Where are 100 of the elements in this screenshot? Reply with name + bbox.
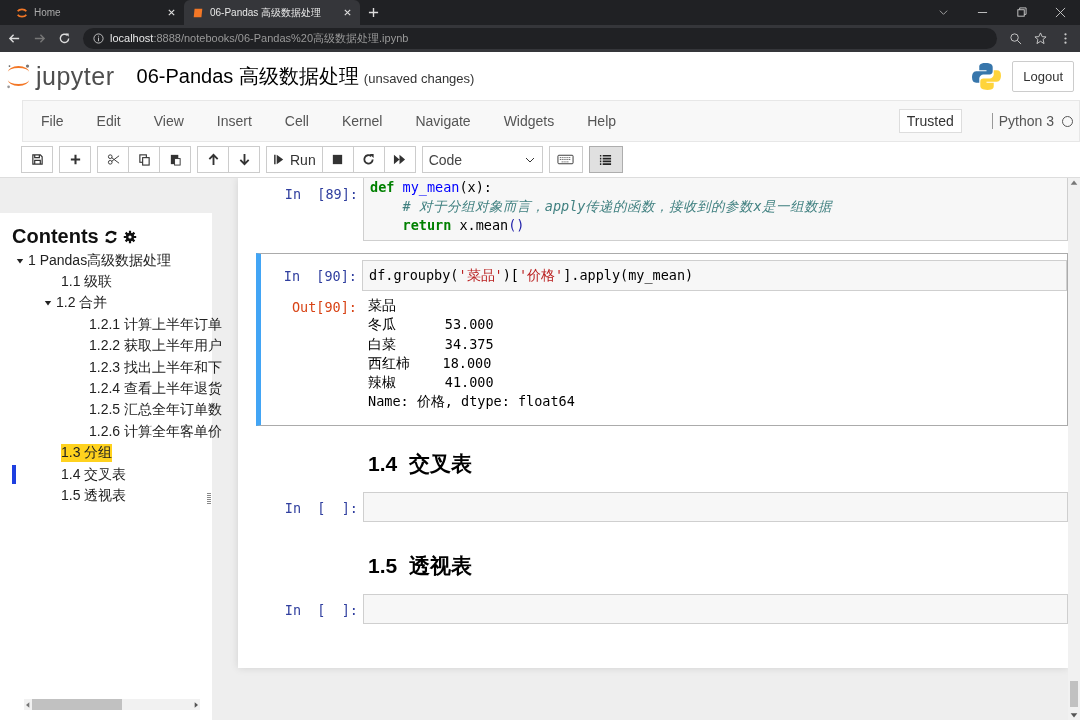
- keyboard-icon: [557, 153, 575, 166]
- kernel-name[interactable]: Python 3: [991, 113, 1054, 129]
- info-icon: [93, 33, 104, 44]
- output-line: 菜品: [368, 296, 397, 315]
- keyboard-button[interactable]: [548, 146, 583, 173]
- arrow-up-icon: [206, 153, 220, 166]
- horizontal-scrollbar[interactable]: [24, 699, 200, 710]
- restore-icon[interactable]: [1016, 7, 1027, 18]
- toc-link[interactable]: 1.2.2 获取上半年用户: [89, 337, 223, 356]
- gear-icon[interactable]: [122, 229, 137, 244]
- menu-item[interactable]: View: [153, 113, 184, 129]
- cut-button[interactable]: [97, 146, 129, 173]
- close-icon[interactable]: [167, 8, 176, 17]
- jupyter-wordmark: jupyter: [36, 61, 115, 91]
- run-button[interactable]: Run: [266, 146, 323, 173]
- menu-item[interactable]: Edit: [96, 113, 121, 129]
- stop-button[interactable]: [321, 146, 354, 173]
- code-editor[interactable]: df.groupby('菜品')['价格'].apply(my_mean): [362, 260, 1067, 291]
- toc-link[interactable]: 1.2.6 计算全年客单价: [89, 422, 223, 441]
- cell-type-dropdown[interactable]: Code: [421, 146, 543, 173]
- output-line: 辣椒 41.000: [368, 373, 495, 393]
- refresh-icon[interactable]: [103, 229, 118, 244]
- arrow-up-icon[interactable]: [1068, 178, 1080, 188]
- insert-cell-button[interactable]: [59, 146, 91, 173]
- stop-icon: [331, 153, 345, 166]
- toc-link[interactable]: 1.5 透视表: [61, 487, 127, 505]
- fast-forward-icon: [393, 153, 407, 166]
- toc-link[interactable]: 1.3 分组: [61, 444, 113, 463]
- menu-item[interactable]: Help: [587, 113, 617, 129]
- reload-icon: [362, 153, 376, 166]
- code-editor[interactable]: def my_mean(x): # 对于分组对象而言，apply传递的函数，接收到的参数x是一组数据 return x.mean(): [363, 178, 1068, 241]
- notebook-title[interactable]: 06-Pandas 高级数据处理: [136, 62, 359, 90]
- copy-button[interactable]: [128, 146, 160, 173]
- arrow-right-icon[interactable]: [192, 700, 200, 709]
- trusted-indicator[interactable]: Trusted: [898, 109, 962, 133]
- toc-link[interactable]: 1.2.1 计算上半年订单: [89, 315, 223, 334]
- menu-item[interactable]: Cell: [284, 113, 309, 129]
- plus-icon: [68, 153, 82, 166]
- toc-link[interactable]: 1.1 级联: [61, 273, 113, 292]
- jupyter-icon: [16, 6, 28, 19]
- book-icon: [192, 6, 204, 19]
- menu-item[interactable]: Insert: [216, 113, 252, 129]
- paste-button[interactable]: [159, 146, 191, 173]
- section-heading: 1.5 透视表: [368, 552, 473, 579]
- new-tab-icon[interactable]: [368, 7, 379, 18]
- menu-item[interactable]: Navigate: [415, 113, 471, 129]
- resize-handle[interactable]: [207, 493, 211, 505]
- arrow-left-icon[interactable]: [24, 700, 32, 709]
- toc-title: Contents: [12, 225, 99, 248]
- zoom-icon[interactable]: [1009, 32, 1022, 45]
- scrollbar-thumb[interactable]: [1070, 681, 1078, 707]
- scrollbar-thumb[interactable]: [32, 699, 122, 710]
- jupyter-logo-icon[interactable]: [5, 61, 32, 91]
- chevron-down-icon[interactable]: [938, 7, 949, 18]
- reload-icon[interactable]: [58, 32, 71, 45]
- output-line: Name: 价格, dtype: float64: [368, 392, 576, 412]
- toc-link[interactable]: 1.4 交叉表: [61, 465, 127, 484]
- caret-icon[interactable]: [16, 256, 24, 265]
- caret-icon[interactable]: [44, 299, 52, 308]
- menu-item[interactable]: Widgets: [503, 113, 555, 129]
- section-heading: 1.4 交叉表: [368, 450, 473, 477]
- arrow-down-icon[interactable]: [1068, 710, 1080, 720]
- arrow-down-icon: [237, 153, 251, 166]
- toc-link[interactable]: 1.2.4 查看上半年退货: [89, 380, 223, 399]
- toc-link[interactable]: 1 Pandas高级数据处理: [28, 251, 172, 270]
- copy-icon: [137, 153, 151, 166]
- scissors-icon: [106, 153, 120, 166]
- close-icon[interactable]: [1055, 7, 1066, 18]
- forward-icon[interactable]: [33, 32, 46, 45]
- toc-link[interactable]: 1.2.3 找出上半年和下: [89, 358, 223, 377]
- vertical-scrollbar[interactable]: [1068, 178, 1080, 720]
- restart-button[interactable]: [352, 146, 385, 173]
- run-all-button[interactable]: [383, 146, 416, 173]
- input-prompt: In [90]:: [282, 267, 358, 286]
- python-logo-icon: [971, 60, 1003, 92]
- output-line: 冬瓜 53.000: [368, 315, 495, 335]
- logout-button[interactable]: Logout: [1012, 60, 1074, 92]
- output-line: 白菜 34.375: [368, 334, 495, 354]
- star-icon[interactable]: [1034, 32, 1047, 45]
- toc-link[interactable]: 1.2.5 汇总全年订单数: [89, 401, 223, 420]
- move-down-button[interactable]: [228, 146, 260, 173]
- save-icon: [30, 153, 44, 166]
- output-line: 西红柿 18.000: [368, 353, 493, 373]
- input-prompt: In [89]:: [283, 185, 359, 204]
- table-of-contents-button[interactable]: [588, 146, 623, 173]
- close-icon[interactable]: [343, 8, 352, 17]
- address-field[interactable]: localhost:8888/notebooks/06-Pandas%20高级数据处理.ipynb: [83, 28, 997, 49]
- save-status: (unsaved changes): [363, 71, 475, 86]
- output-prompt: Out[90]:: [290, 298, 358, 317]
- save-button[interactable]: [21, 146, 53, 173]
- browser-tab[interactable]: Home: [8, 0, 184, 25]
- menu-item[interactable]: Kernel: [341, 113, 383, 129]
- back-icon[interactable]: [8, 32, 21, 45]
- menu-item[interactable]: File: [41, 113, 64, 129]
- move-up-button[interactable]: [197, 146, 229, 173]
- toc-link[interactable]: 1.2 合并: [56, 294, 108, 313]
- browser-tab[interactable]: 06-Pandas 高级数据处理: [184, 0, 360, 25]
- paste-icon: [168, 153, 182, 166]
- input-prompt: In [ ]:: [283, 600, 359, 620]
- step-forward-icon: [273, 153, 286, 166]
